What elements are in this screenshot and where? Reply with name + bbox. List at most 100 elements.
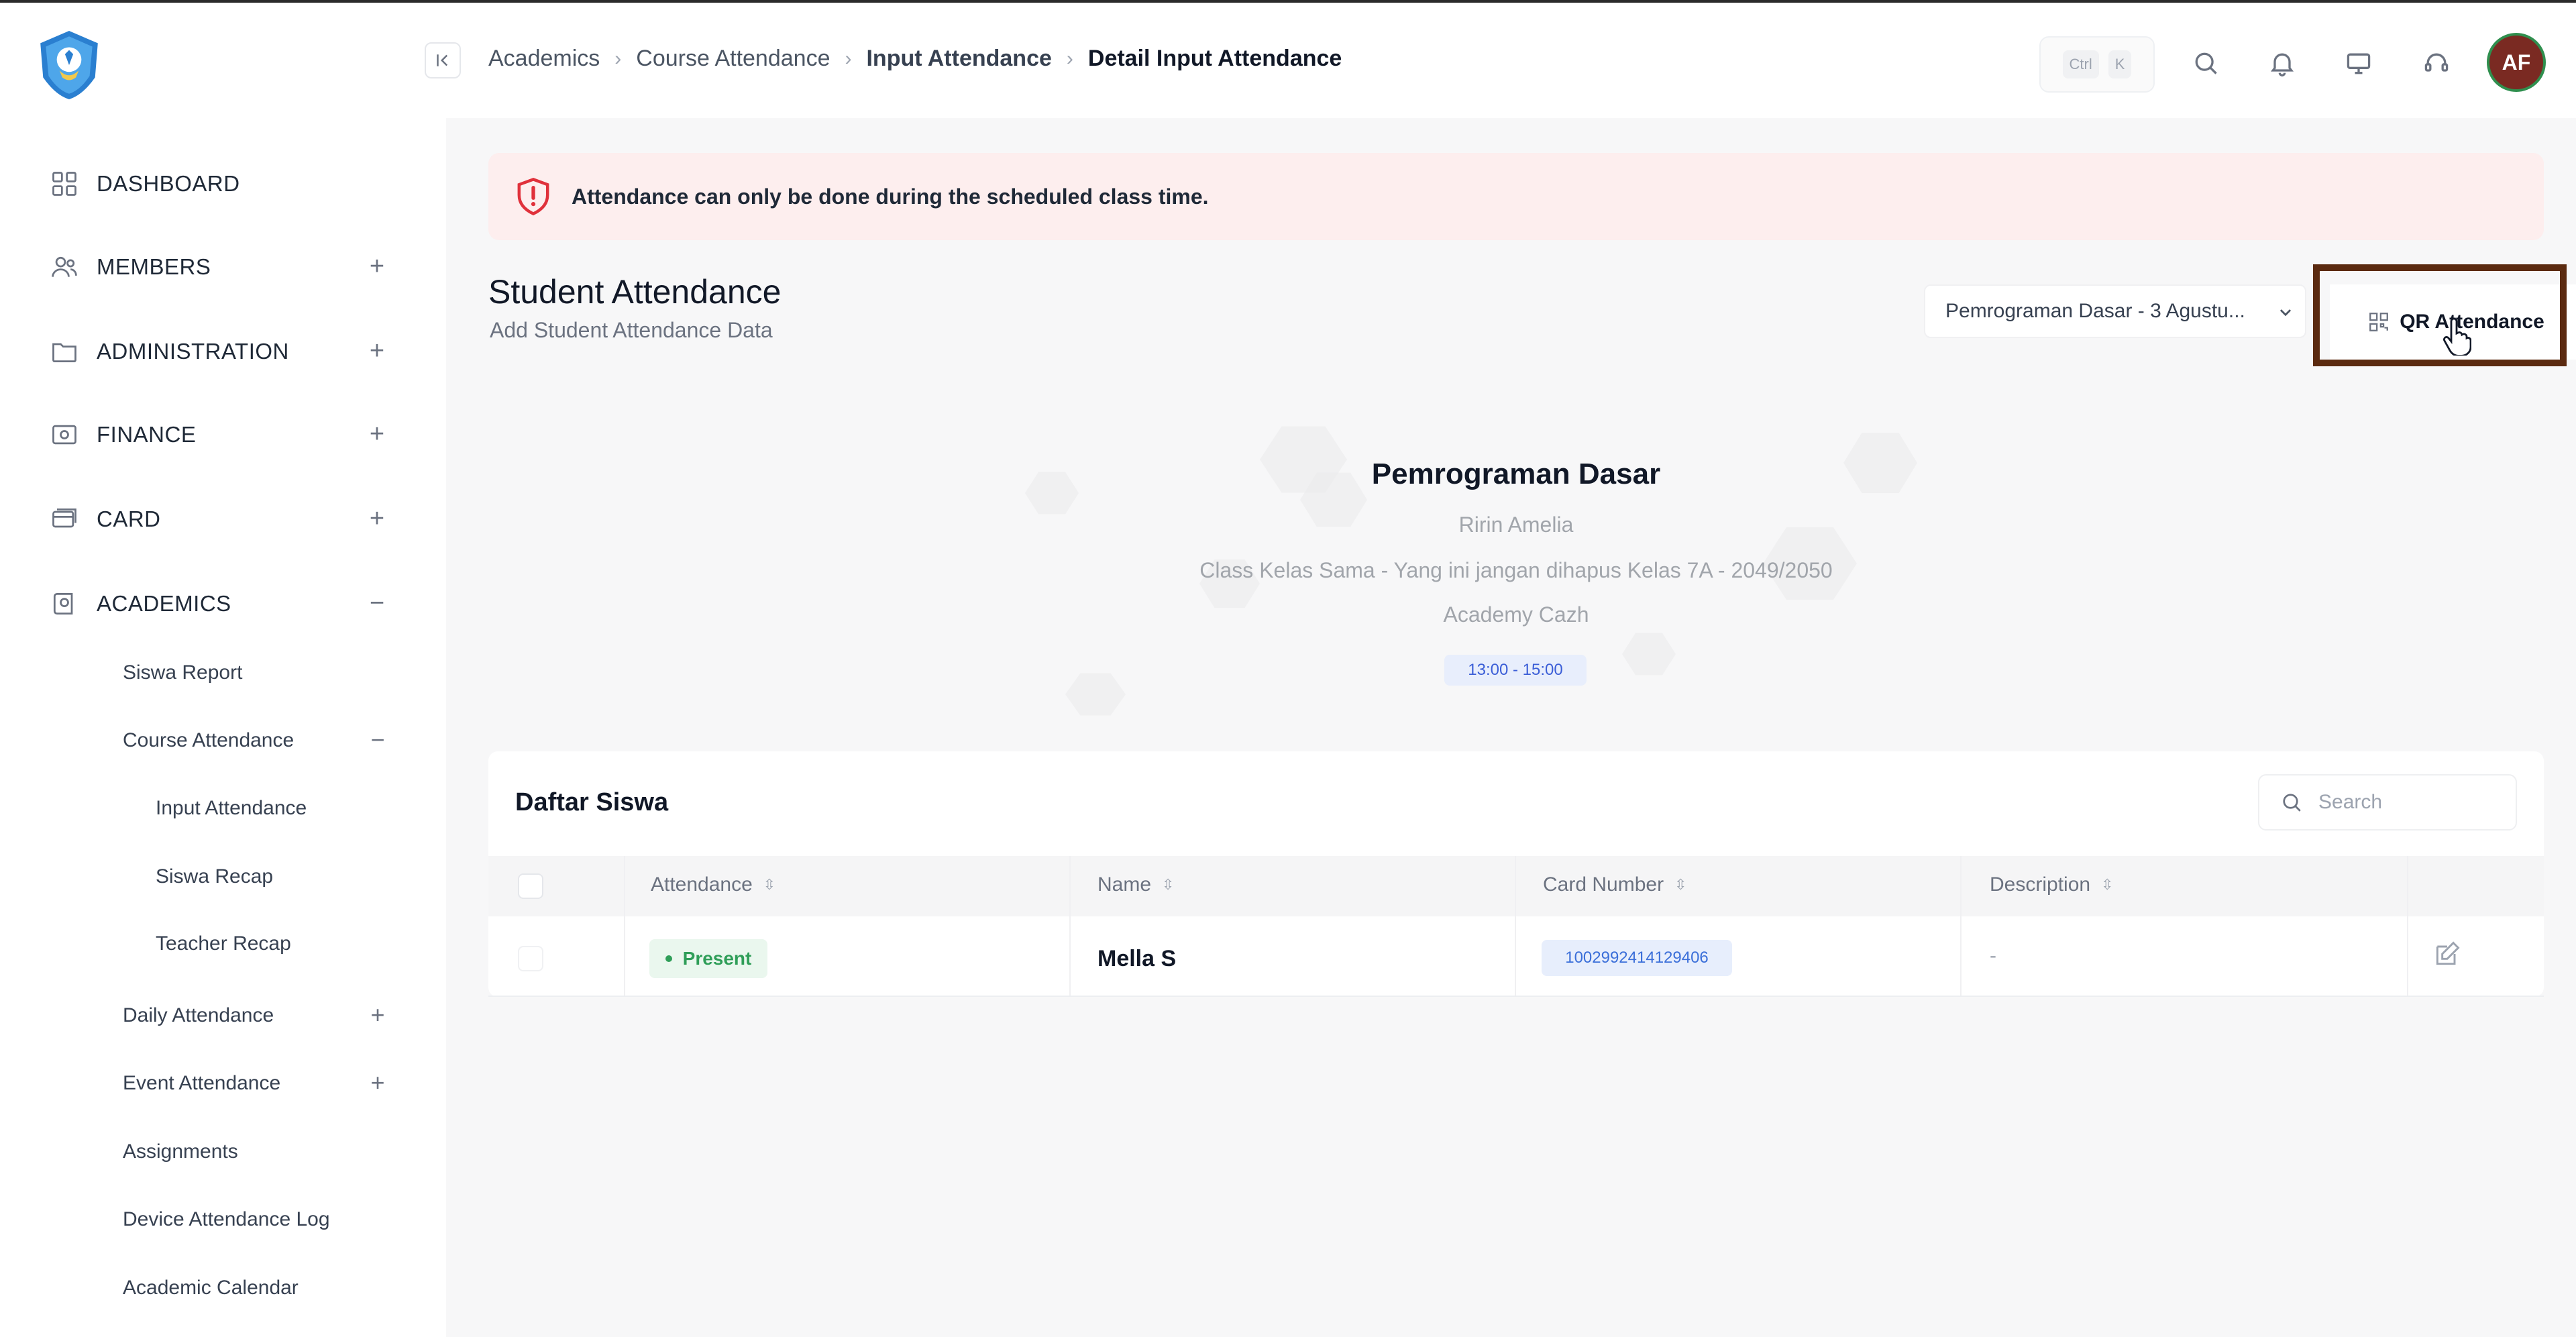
sidebar-item-siswa-recap[interactable]: Siswa Recap [156, 853, 390, 900]
breadcrumb-detail-input-attendance: Detail Input Attendance [1087, 46, 1342, 71]
sidebar-item-label: Course Attendance [123, 729, 294, 751]
column-header-name[interactable]: Name ⇳ [1097, 873, 1174, 896]
sidebar-item-event-attendance[interactable]: Event Attendance + [123, 1060, 391, 1107]
chevron-down-icon [2279, 309, 2292, 317]
expand-toggle [364, 170, 390, 197]
sidebar-item-label: CARD [97, 506, 161, 531]
sidebar-item-teacher-recap[interactable]: Teacher Recap [156, 920, 390, 967]
status-dot [665, 955, 672, 962]
expand-plus-icon[interactable]: + [364, 1002, 391, 1029]
sort-icon[interactable]: ⇳ [1674, 876, 1686, 894]
card-icon [48, 503, 80, 535]
collapse-minus-icon[interactable]: − [364, 590, 390, 617]
bell-icon[interactable] [2265, 46, 2300, 81]
collapse-left-icon [437, 54, 448, 66]
breadcrumb-input-attendance[interactable]: Input Attendance [866, 46, 1051, 72]
sidebar-item-dashboard[interactable]: DASHBOARD [48, 157, 390, 211]
hexagon-decoration [1622, 633, 1676, 676]
sidebar-item-card[interactable]: CARD + [48, 492, 390, 546]
column-divider [1069, 856, 1071, 997]
search-input[interactable]: Search [2258, 774, 2517, 831]
column-divider [624, 856, 625, 997]
select-all-checkbox[interactable] [518, 873, 543, 899]
sidebar-item-siswa-report[interactable]: Siswa Report [123, 649, 391, 696]
expand-plus-icon[interactable]: + [364, 254, 390, 280]
sidebar-item-label: Siswa Report [123, 661, 243, 684]
sidebar-item-label: MEMBERS [97, 254, 211, 279]
sidebar-item-administration[interactable]: ADMINISTRATION + [48, 325, 390, 378]
sidebar-item-members[interactable]: MEMBERS + [48, 240, 390, 294]
breadcrumb: Academics › Course Attendance › Input At… [488, 46, 1342, 72]
collapse-sidebar-button[interactable] [425, 42, 461, 78]
expand-plus-icon[interactable]: + [364, 338, 390, 365]
column-label: Description [1990, 873, 2091, 896]
sidebar-item-assignments[interactable]: Assignments [123, 1128, 391, 1175]
search-icon[interactable] [2188, 46, 2223, 81]
schedule-alert: Attendance can only be done during the s… [488, 153, 2544, 240]
sidebar-item-label: Teacher Recap [156, 932, 291, 955]
sidebar-item-finance[interactable]: FINANCE + [48, 408, 390, 462]
card-number-badge: 1002992414129406 [1542, 940, 1732, 976]
breadcrumb-academics[interactable]: Academics [488, 46, 600, 72]
academics-icon [48, 588, 80, 620]
school-logo[interactable] [35, 30, 103, 101]
money-icon [48, 419, 80, 451]
highlight-box [2313, 264, 2567, 366]
row-divider [488, 996, 2544, 997]
column-divider [1515, 856, 1516, 997]
sidebar-item-label: Input Attendance [156, 797, 307, 819]
table-header [488, 856, 2544, 916]
shortcut-key-k: K [2108, 50, 2132, 78]
sort-icon[interactable]: ⇳ [763, 876, 775, 894]
column-header-attendance[interactable]: Attendance ⇳ [651, 873, 775, 896]
course-teacher: Ririn Amelia [1458, 513, 1574, 537]
sidebar-item-input-attendance[interactable]: Input Attendance [156, 785, 390, 832]
collapse-minus-icon[interactable]: − [364, 727, 391, 754]
column-label: Card Number [1543, 873, 1664, 896]
sidebar-item-course-attendance[interactable]: Course Attendance − [123, 717, 391, 764]
breadcrumb-course-attendance[interactable]: Course Attendance [636, 46, 830, 72]
user-avatar[interactable]: AF [2487, 33, 2546, 92]
course-academy: Academy Cazh [1443, 602, 1589, 627]
column-header-card-number[interactable]: Card Number ⇳ [1543, 873, 1687, 896]
course-time-badge: 13:00 - 15:00 [1444, 655, 1587, 686]
row-checkbox[interactable] [518, 946, 543, 971]
course-session-select[interactable]: Pemrograman Dasar - 3 Agustu... [1924, 284, 2306, 338]
shield-alert-icon [517, 177, 549, 216]
sort-icon[interactable]: ⇳ [2101, 876, 2113, 894]
sidebar-item-academic-calendar[interactable]: Academic Calendar [123, 1265, 391, 1312]
edit-icon[interactable] [2432, 939, 2462, 969]
course-session-value: Pemrograman Dasar - 3 Agustu... [1945, 300, 2245, 322]
column-divider [1960, 856, 1962, 997]
attendance-status-label: Present [682, 948, 752, 969]
expand-plus-icon[interactable]: + [364, 1070, 391, 1097]
command-palette-shortcut[interactable]: Ctrl K [2039, 36, 2155, 93]
sidebar-item-label: DASHBOARD [97, 171, 240, 196]
sidebar-item-device-attendance-log[interactable]: Device Attendance Log [123, 1196, 391, 1243]
monitor-icon[interactable] [2341, 46, 2376, 81]
chevron-right-icon: › [845, 47, 852, 70]
sidebar-item-label: FINANCE [97, 422, 197, 447]
sidebar-item-label: ADMINISTRATION [97, 339, 289, 364]
column-label: Attendance [651, 873, 753, 896]
page-subtitle: Add Student Attendance Data [490, 318, 773, 342]
course-class: Class Kelas Sama - Yang ini jangan dihap… [1199, 558, 1833, 582]
sidebar-item-academics[interactable]: ACADEMICS − [48, 577, 390, 631]
dashboard-icon [48, 168, 80, 200]
sidebar-item-label: Siswa Recap [156, 865, 274, 888]
course-name: Pemrograman Dasar [1371, 458, 1661, 490]
alert-text: Attendance can only be done during the s… [572, 184, 1209, 209]
chevron-right-icon: › [1066, 47, 1073, 70]
chevron-right-icon: › [614, 47, 622, 70]
page-title: Student Attendance [488, 273, 782, 311]
expand-plus-icon[interactable]: + [364, 506, 390, 533]
folder-icon [48, 335, 80, 368]
attendance-status-badge[interactable]: Present [649, 939, 767, 978]
search-placeholder: Search [2318, 791, 2383, 813]
sidebar-item-daily-attendance[interactable]: Daily Attendance + [123, 992, 391, 1039]
expand-plus-icon[interactable]: + [364, 421, 390, 448]
support-icon[interactable] [2419, 46, 2454, 81]
members-icon [48, 251, 80, 283]
sort-icon[interactable]: ⇳ [1162, 876, 1174, 894]
column-header-description[interactable]: Description ⇳ [1990, 873, 2114, 896]
